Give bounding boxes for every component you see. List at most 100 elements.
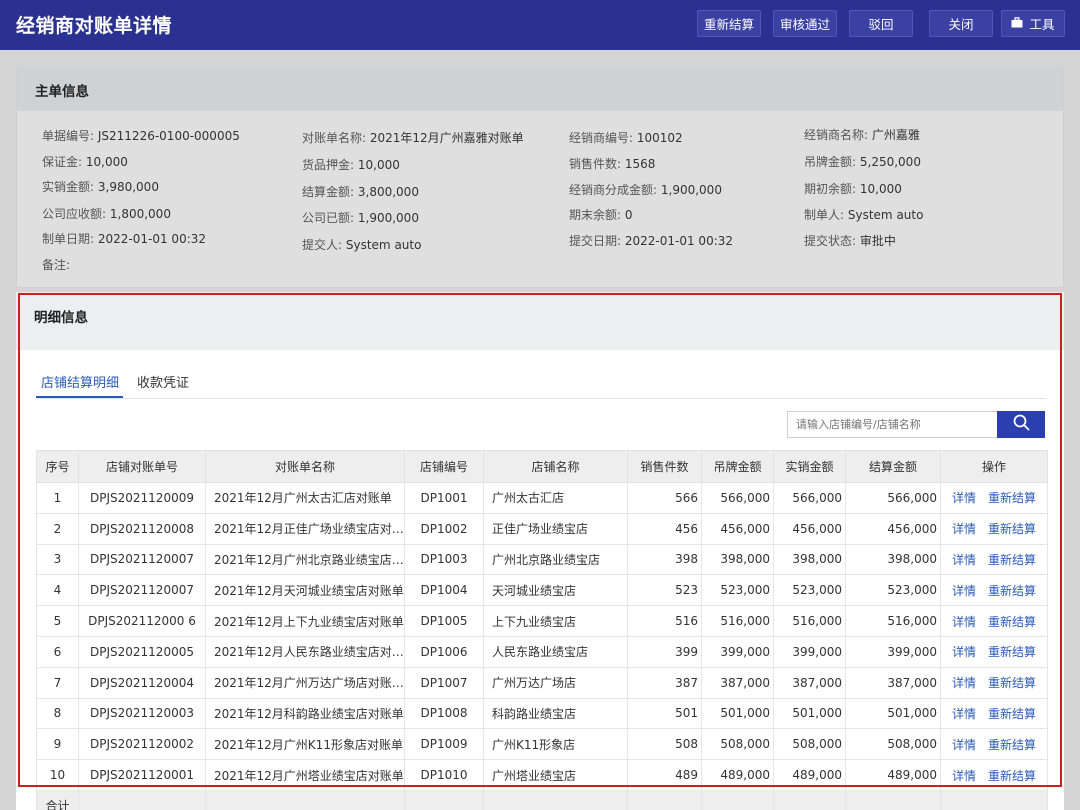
col-index: 序号 <box>36 450 79 483</box>
total-cell <box>627 789 702 810</box>
field-value: System auto <box>847 208 924 222</box>
col-settle-amount: 结算金额 <box>845 450 941 483</box>
field-value: 3,800,000 <box>357 185 419 199</box>
cell-store-no: DP1008 <box>404 697 484 730</box>
cell-tag-amount: 387,000 <box>701 666 774 699</box>
cell-bill-name: 2021年12月上下九业绩宝店对账单 <box>205 605 405 637</box>
cell-store-bill-no: DPJS2021120009 <box>78 482 206 514</box>
resettle-link[interactable]: 重新结算 <box>988 645 1036 659</box>
info-field-received: 公司已额: 1,900,000 <box>302 209 419 226</box>
tab-store-settlement[interactable]: 店铺结算明细 <box>41 372 119 391</box>
info-field-actual-amount: 实销金额: 3,980,000 <box>42 178 159 195</box>
close-button[interactable]: 关闭 <box>929 10 993 37</box>
detail-link[interactable]: 详情 <box>952 615 976 629</box>
tab-payment-voucher[interactable]: 收款凭证 <box>137 372 189 391</box>
cell-store-no: DP1007 <box>404 666 484 699</box>
cell-sales-qty: 387 <box>627 666 702 699</box>
cell-tag-amount: 399,000 <box>701 635 774 668</box>
detail-link[interactable]: 详情 <box>952 553 976 567</box>
search-input[interactable] <box>788 412 994 437</box>
field-value: 1568 <box>624 157 656 171</box>
cell-settle-amount: 489,000 <box>845 759 941 791</box>
resettle-link[interactable]: 重新结算 <box>988 769 1036 783</box>
cell-actual-amount: 501,000 <box>773 697 846 730</box>
resettle-link[interactable]: 重新结算 <box>988 491 1036 505</box>
info-field-deposit: 保证金: 10,000 <box>42 153 128 170</box>
info-field-bill-name: 对账单名称: 2021年12月广州嘉雅对账单 <box>302 129 524 146</box>
info-field-created-at: 制单日期: 2022-01-01 00:32 <box>42 230 206 247</box>
reject-button[interactable]: 驳回 <box>849 10 913 37</box>
info-field-settle-amount: 结算金额: 3,800,000 <box>302 183 419 200</box>
cell-sales-qty: 489 <box>627 759 702 791</box>
cell-actions: 详情 重新结算 <box>940 759 1048 791</box>
table-row: 3 DPJS2021120007 2021年12月广州北京路业绩宝店… DP1003 广… <box>36 543 1048 576</box>
main-info-title: 主单信息 <box>17 69 1063 111</box>
detail-link[interactable]: 详情 <box>952 645 976 659</box>
resettle-button[interactable]: 重新结算 <box>697 10 761 37</box>
cell-store-bill-no: DPJS2021120001 <box>78 759 206 791</box>
cell-actual-amount: 508,000 <box>773 728 846 761</box>
briefcase-icon <box>1011 16 1023 31</box>
detail-link[interactable]: 详情 <box>952 491 976 505</box>
field-value: 1,900,000 <box>660 183 722 197</box>
cell-store-no: DP1009 <box>404 728 484 761</box>
detail-link[interactable]: 详情 <box>952 769 976 783</box>
info-field-remark: 备注: <box>42 256 70 273</box>
cell-store-bill-no: DPJS2021120007 <box>78 543 206 576</box>
resettle-link[interactable]: 重新结算 <box>988 738 1036 752</box>
cell-settle-amount: 508,000 <box>845 728 941 761</box>
resettle-link[interactable]: 重新结算 <box>988 584 1036 598</box>
info-field-doc-no: 单据编号: JS211226-0100-000005 <box>42 127 240 144</box>
cell-bill-name: 2021年12月正佳广场业绩宝店对… <box>205 512 405 545</box>
cell-actual-amount: 399,000 <box>773 635 846 668</box>
cell-tag-amount: 523,000 <box>701 574 774 607</box>
table-header: 序号 店铺对账单号 对账单名称 店铺编号 店铺名称 销售件数 吊牌金额 实销金额… <box>36 450 1048 483</box>
cell-actions: 详情 重新结算 <box>940 543 1048 576</box>
table-row: 2 DPJS2021120008 2021年12月正佳广场业绩宝店对… DP1002 正… <box>36 512 1048 545</box>
table-row: 7 DPJS2021120004 2021年12月广州万达广场店对账… DP1007 广… <box>36 666 1048 699</box>
detail-link[interactable]: 详情 <box>952 738 976 752</box>
field-label: 期初余额: <box>804 182 857 196</box>
detail-link[interactable]: 详情 <box>952 584 976 598</box>
detail-link[interactable]: 详情 <box>952 676 976 690</box>
search-button[interactable] <box>997 411 1045 438</box>
cell-actions: 详情 重新结算 <box>940 605 1048 637</box>
resettle-link[interactable]: 重新结算 <box>988 707 1036 721</box>
cell-actual-amount: 456,000 <box>773 512 846 545</box>
cell-bill-name: 2021年12月广州太古汇店对账单 <box>205 482 405 514</box>
field-value: 2021年12月广州嘉雅对账单 <box>369 131 524 145</box>
cell-bill-name: 2021年12月科韵路业绩宝店对账单 <box>205 697 405 730</box>
table-row: 8 DPJS2021120003 2021年12月科韵路业绩宝店对账单 DP1008 科… <box>36 697 1048 730</box>
field-label: 实销金额: <box>42 180 95 194</box>
table-row: 5 DPJS202112000 6 2021年12月上下九业绩宝店对账单 DP1005… <box>36 605 1048 637</box>
approve-button[interactable]: 审核通过 <box>773 10 837 37</box>
total-cell <box>404 789 484 810</box>
tools-button[interactable]: 工具 <box>1001 10 1065 37</box>
field-label: 经销商编号: <box>569 131 634 145</box>
cell-tag-amount: 516,000 <box>701 605 774 637</box>
cell-actions: 详情 重新结算 <box>940 666 1048 699</box>
cell-actual-amount: 387,000 <box>773 666 846 699</box>
info-field-sales-qty: 销售件数: 1568 <box>569 155 655 172</box>
field-label: 期末余额: <box>569 208 622 222</box>
cell-bill-name: 2021年12月广州北京路业绩宝店… <box>205 543 405 576</box>
detail-link[interactable]: 详情 <box>952 522 976 536</box>
info-field-dealer-name: 经销商名称: 广州嘉雅 <box>804 126 920 143</box>
resettle-link[interactable]: 重新结算 <box>988 615 1036 629</box>
total-cell <box>205 789 405 810</box>
detail-link[interactable]: 详情 <box>952 707 976 721</box>
field-value: 2022-01-01 00:32 <box>624 234 734 248</box>
cell-settle-amount: 516,000 <box>845 605 941 637</box>
resettle-link[interactable]: 重新结算 <box>988 676 1036 690</box>
search-icon <box>1013 414 1030 435</box>
cell-store-name: 科韵路业绩宝店 <box>483 697 628 730</box>
cell-store-name: 正佳广场业绩宝店 <box>483 512 628 545</box>
cell-store-bill-no: DPJS2021120008 <box>78 512 206 545</box>
cell-store-bill-no: DPJS2021120007 <box>78 574 206 607</box>
field-value: 广州嘉雅 <box>871 128 920 142</box>
resettle-link[interactable]: 重新结算 <box>988 522 1036 536</box>
resettle-link[interactable]: 重新结算 <box>988 553 1036 567</box>
cell-tag-amount: 489,000 <box>701 759 774 791</box>
cell-actions: 详情 重新结算 <box>940 635 1048 668</box>
cell-tag-amount: 456,000 <box>701 512 774 545</box>
